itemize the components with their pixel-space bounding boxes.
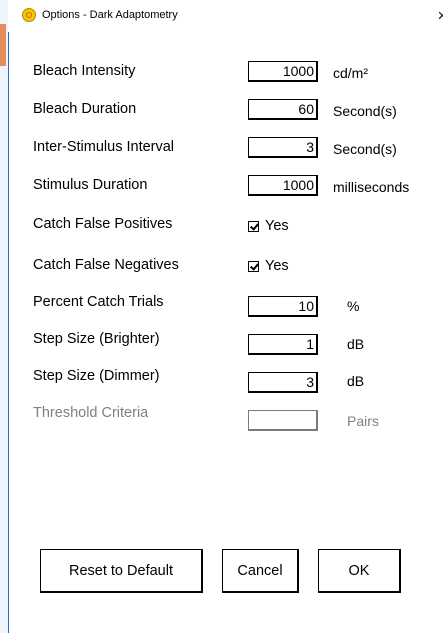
background-window-strip [0,24,6,66]
catch-false-positives-label: Catch False Positives [33,216,173,232]
window-left-edge [0,0,9,633]
checkbox-checked-icon[interactable] [248,261,259,272]
threshold-criteria-field [248,410,318,431]
bleach-intensity-unit: cd/m² [333,65,368,81]
bleach-duration-unit: Second(s) [333,103,397,119]
ok-button[interactable]: OK [318,549,401,593]
percent-catch-trials-unit: % [347,298,360,314]
window-title: Options - Dark Adaptometry [42,9,178,21]
bleach-duration-label: Bleach Duration [33,101,137,117]
inter-stimulus-interval-field[interactable] [248,137,318,158]
bleach-intensity-field[interactable] [248,61,318,82]
stimulus-duration-label: Stimulus Duration [33,177,148,193]
threshold-criteria-label: Threshold Criteria [33,405,149,421]
checkbox-label: Yes [265,218,289,234]
inter-stimulus-interval-label: Inter-Stimulus Interval [33,139,175,155]
stimulus-duration-unit: milliseconds [333,179,410,195]
threshold-criteria-unit: Pairs [347,413,379,429]
step-size-brighter-label: Step Size (Brighter) [33,331,160,347]
step-size-brighter-unit: dB [347,336,365,352]
step-size-brighter-field[interactable] [248,334,318,355]
catch-false-negatives-label: Catch False Negatives [33,257,179,273]
title-bar[interactable]: Options - Dark Adaptometry × [8,0,443,32]
step-size-dimmer-unit: dB [347,373,365,389]
step-size-dimmer-label: Step Size (Dimmer) [33,368,160,384]
options-dialog: Options - Dark Adaptometry × Bleach Inte… [0,0,443,633]
reset-to-default-button[interactable]: Reset to Default [40,549,203,593]
cancel-button[interactable]: Cancel [222,549,299,593]
stimulus-duration-field[interactable] [248,175,318,196]
checkbox-label: Yes [265,258,289,274]
bleach-intensity-label: Bleach Intensity [33,63,136,79]
percent-catch-trials-field[interactable] [248,296,318,317]
percent-catch-trials-label: Percent Catch Trials [33,294,164,310]
close-icon[interactable]: × [434,3,443,29]
inter-stimulus-interval-unit: Second(s) [333,141,397,157]
bleach-duration-field[interactable] [248,99,318,120]
app-icon [22,8,36,22]
checkbox-checked-icon[interactable] [248,221,259,232]
step-size-dimmer-field[interactable] [248,372,318,393]
